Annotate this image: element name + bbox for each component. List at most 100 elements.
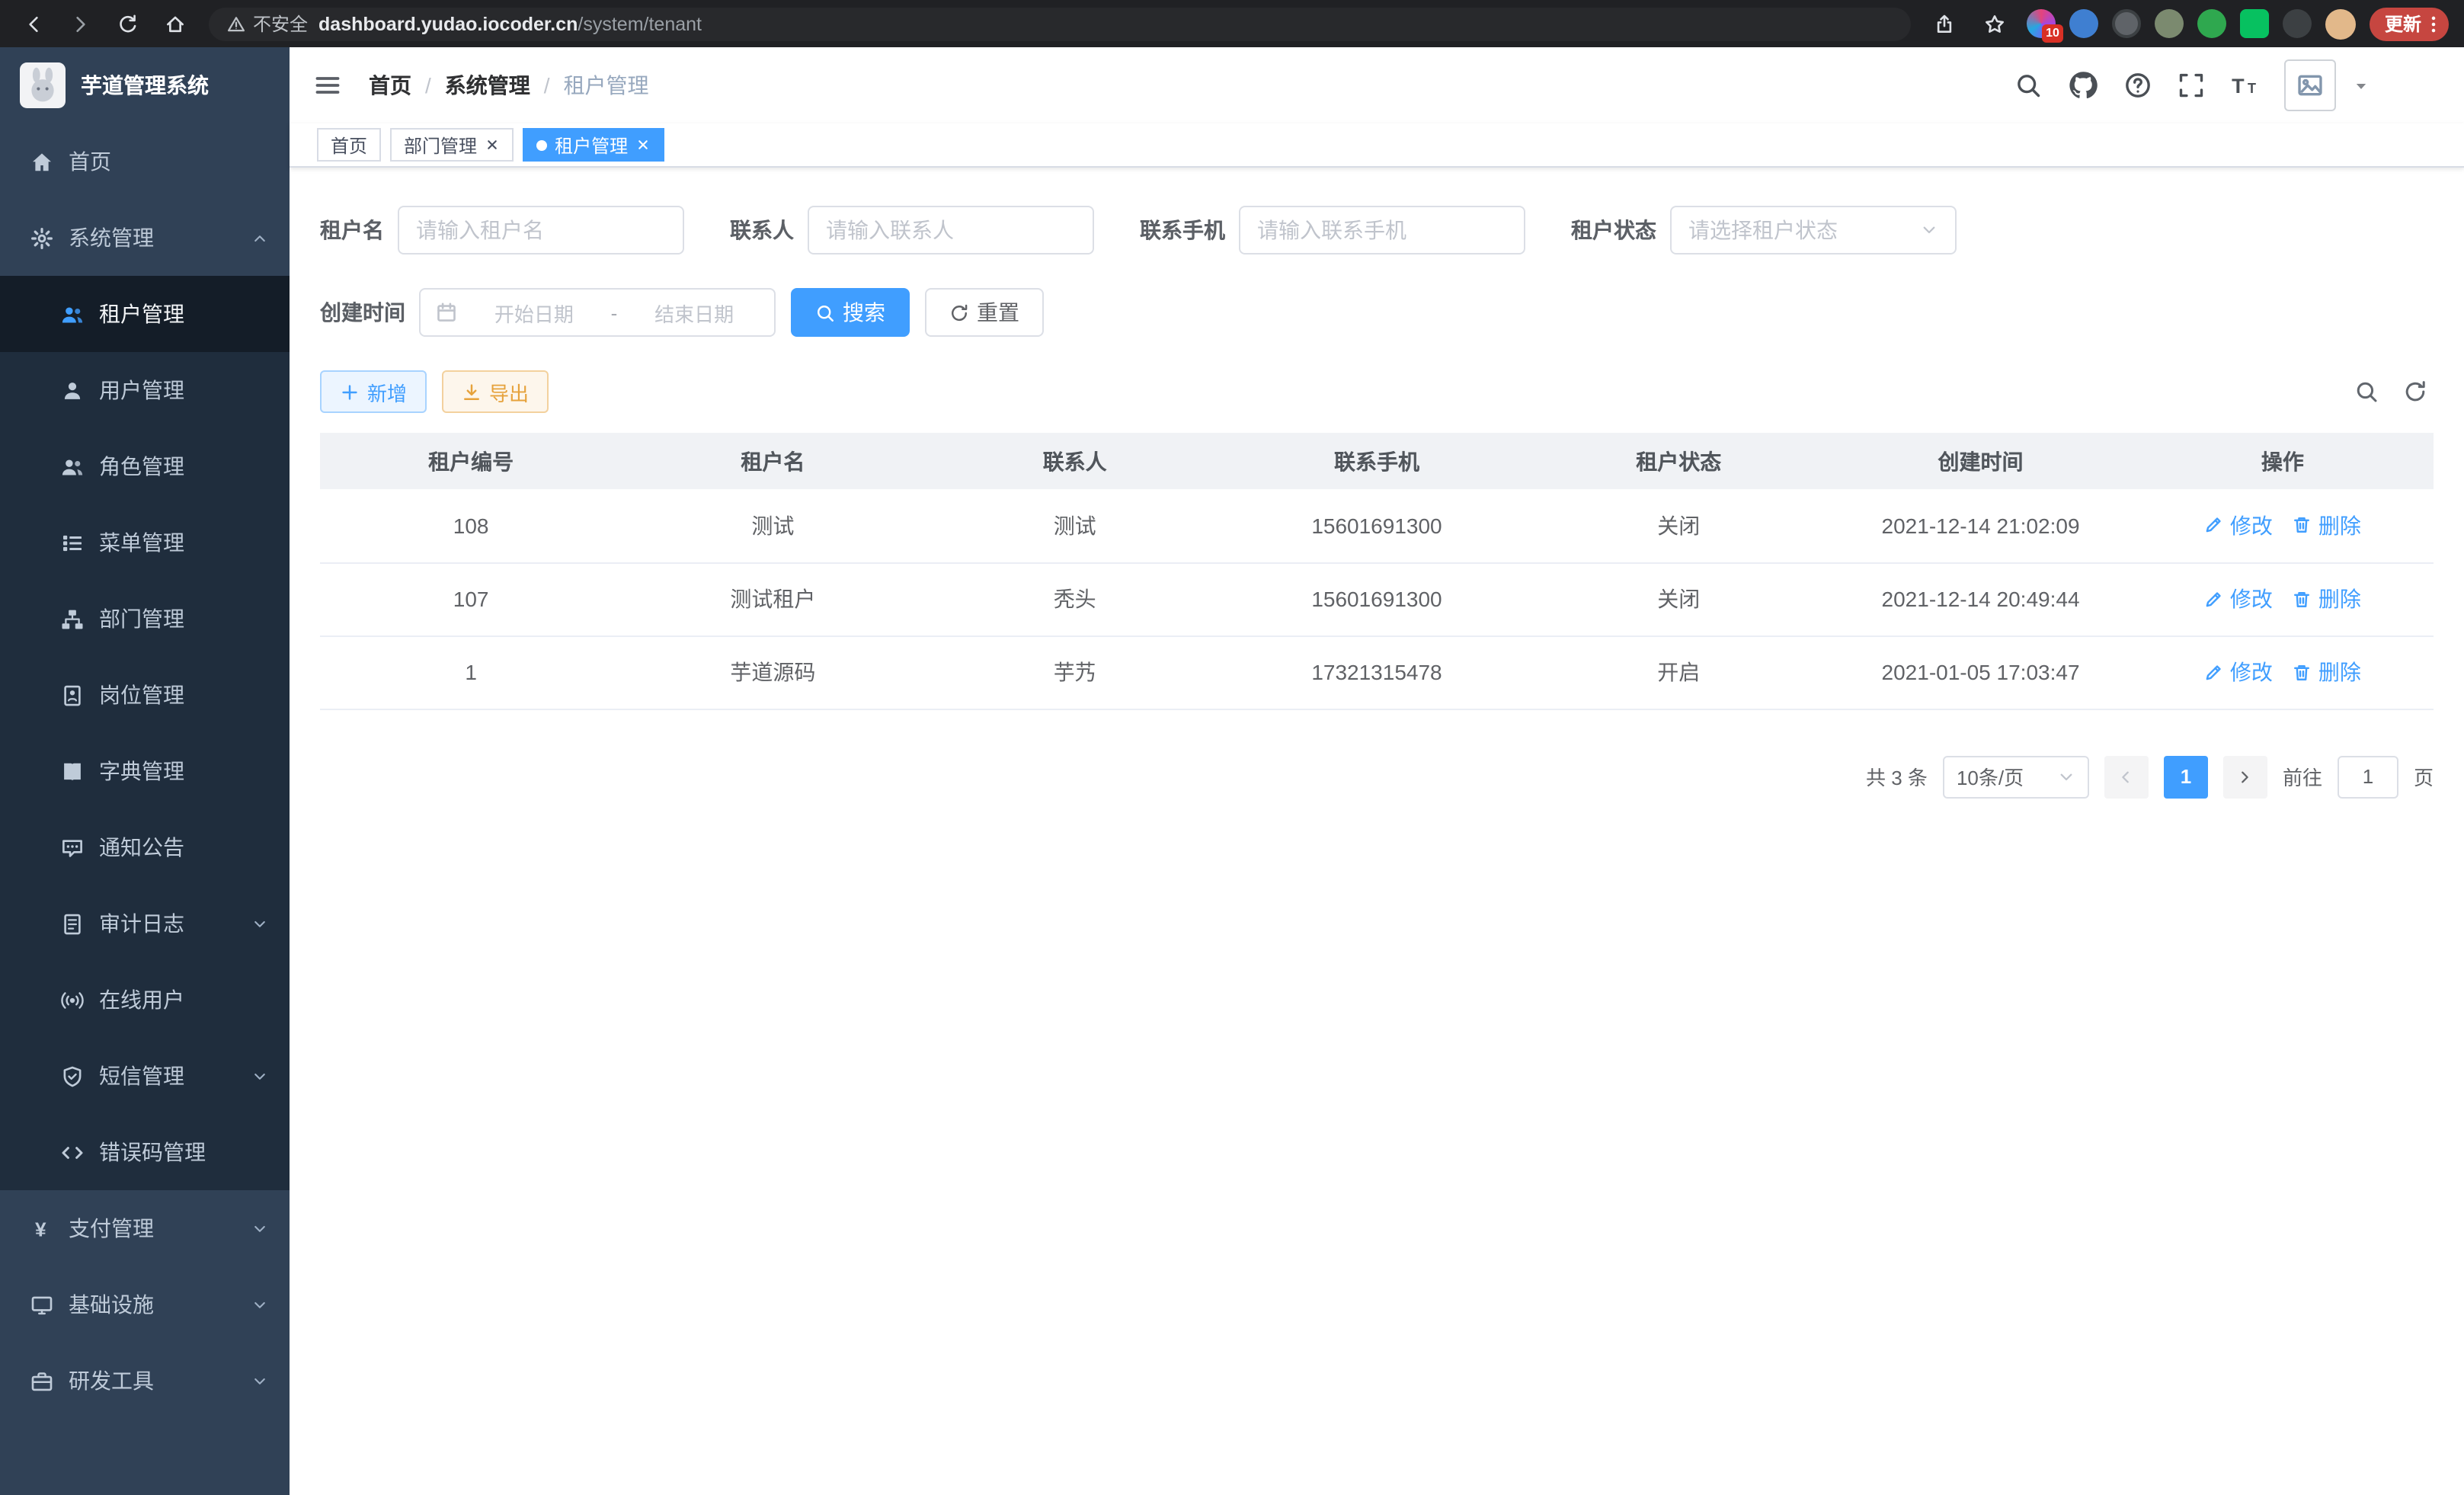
help-icon[interactable] [2124, 72, 2152, 99]
extension-icon-3[interactable] [2112, 9, 2141, 38]
edit-button[interactable]: 修改 [2204, 511, 2273, 541]
col-mobile: 联系手机 [1226, 433, 1528, 489]
sidebar-item-system[interactable]: 系统管理 [0, 200, 290, 276]
svg-text:¥: ¥ [35, 1217, 46, 1240]
bookmark-star-icon[interactable] [1976, 5, 2013, 42]
add-button-label: 新增 [367, 377, 407, 406]
next-page-button[interactable] [2223, 755, 2267, 798]
trash-icon [2293, 589, 2312, 609]
breadcrumb-separator: / [425, 73, 431, 98]
reset-button-label: 重置 [977, 297, 1019, 328]
page-1-button[interactable]: 1 [2164, 755, 2208, 798]
table-row: 1 芋道源码 芋艿 17321315478 开启 2021-01-05 17:0… [320, 635, 2434, 709]
menu-list-icon [61, 531, 84, 554]
mobile-input[interactable] [1239, 206, 1525, 255]
delete-button[interactable]: 删除 [2293, 657, 2361, 687]
close-icon[interactable] [485, 137, 500, 152]
collapse-menu-icon[interactable] [314, 72, 341, 99]
edit-button[interactable]: 修改 [2204, 657, 2273, 687]
edit-label: 修改 [2230, 511, 2273, 541]
reload-icon[interactable] [110, 5, 146, 42]
refresh-table-icon[interactable] [2403, 379, 2427, 404]
font-size-icon[interactable]: TT [2231, 72, 2258, 99]
back-icon[interactable] [15, 5, 52, 42]
extension-icon-7[interactable] [2283, 9, 2312, 38]
browser-home-icon[interactable] [157, 5, 194, 42]
search-button[interactable]: 搜索 [791, 288, 910, 337]
delete-button[interactable]: 删除 [2293, 584, 2361, 614]
home-icon [30, 150, 53, 173]
sidebar-item-infra[interactable]: 基础设施 [0, 1266, 290, 1343]
breadcrumb: 首页 / 系统管理 / 租户管理 [369, 70, 649, 101]
breadcrumb-separator: / [544, 73, 550, 98]
page-number: 1 [2181, 765, 2191, 788]
breadcrumb-home[interactable]: 首页 [369, 70, 411, 101]
export-button-label: 导出 [489, 377, 529, 406]
address-bar[interactable]: 不安全 dashboard.yudao.iocoder.cn/system/te… [209, 7, 1911, 40]
sidebar-item-tenant[interactable]: 租户管理 [0, 276, 290, 352]
reset-button[interactable]: 重置 [925, 288, 1044, 337]
extension-icon-6[interactable] [2240, 9, 2269, 38]
cell-mobile: 17321315478 [1226, 635, 1528, 709]
extension-icon-4[interactable] [2155, 9, 2184, 38]
sidebar-item-menu[interactable]: 菜单管理 [0, 504, 290, 581]
sidebar-logo[interactable]: 芋道管理系统 [0, 47, 290, 123]
sidebar-item-notice[interactable]: 通知公告 [0, 809, 290, 885]
extension-icon-2[interactable] [2069, 9, 2098, 38]
tag-tenant[interactable]: 租户管理 [523, 128, 664, 162]
extension-icon-1[interactable]: 10 [2027, 9, 2056, 38]
toggle-search-icon[interactable] [2354, 379, 2379, 404]
col-actions: 操作 [2132, 433, 2434, 489]
export-button[interactable]: 导出 [442, 370, 549, 413]
filter-status: 租户状态 请选择租户状态 [1571, 206, 1957, 255]
browser-menu-icon[interactable] [2423, 13, 2444, 34]
avatar-caret-icon[interactable] [2353, 77, 2370, 94]
contact-input[interactable] [808, 206, 1094, 255]
warning-icon [227, 14, 245, 33]
tag-label: 首页 [331, 132, 367, 158]
sidebar-item-payment[interactable]: ¥ 支付管理 [0, 1190, 290, 1266]
github-icon[interactable] [2068, 70, 2098, 101]
tenant-name-input[interactable] [398, 206, 684, 255]
breadcrumb-system[interactable]: 系统管理 [445, 70, 530, 101]
close-icon[interactable] [635, 137, 651, 152]
date-range-picker[interactable]: 开始日期 - 结束日期 [419, 288, 776, 337]
security-chip[interactable]: 不安全 [227, 11, 308, 37]
sidebar-item-dict[interactable]: 字典管理 [0, 733, 290, 809]
sidebar-item-label: 短信管理 [99, 1061, 184, 1091]
edit-button[interactable]: 修改 [2204, 584, 2273, 614]
share-icon[interactable] [1926, 5, 1963, 42]
goto-page-input[interactable] [2338, 755, 2398, 798]
sidebar-item-post[interactable]: 岗位管理 [0, 657, 290, 733]
sidebar-item-audit-log[interactable]: 审计日志 [0, 885, 290, 962]
browser-update-button[interactable]: 更新 [2370, 7, 2449, 40]
user-avatar[interactable] [2284, 59, 2336, 111]
download-icon [462, 382, 482, 402]
calendar-icon [436, 302, 457, 323]
tag-home[interactable]: 首页 [317, 128, 381, 162]
page-size-select[interactable]: 10条/页 [1943, 755, 2089, 798]
sidebar-item-home[interactable]: 首页 [0, 123, 290, 200]
add-button[interactable]: 新增 [320, 370, 427, 413]
sidebar-item-online-users[interactable]: 在线用户 [0, 962, 290, 1038]
browser-profile-avatar[interactable] [2325, 8, 2356, 39]
extension-icon-5[interactable] [2197, 9, 2226, 38]
sidebar-item-role[interactable]: 角色管理 [0, 428, 290, 504]
table-header-row: 租户编号 租户名 联系人 联系手机 租户状态 创建时间 操作 [320, 433, 2434, 489]
prev-page-button[interactable] [2104, 755, 2149, 798]
sidebar-item-dev-tools[interactable]: 研发工具 [0, 1343, 290, 1419]
sidebar-item-user[interactable]: 用户管理 [0, 352, 290, 428]
status-select[interactable]: 请选择租户状态 [1670, 206, 1957, 255]
tag-dept[interactable]: 部门管理 [390, 128, 514, 162]
delete-button[interactable]: 删除 [2293, 511, 2361, 541]
sidebar-menu: 首页 系统管理 租户管理 用户管理 角色管理 [0, 123, 290, 1495]
sidebar-item-error-code[interactable]: 错误码管理 [0, 1114, 290, 1190]
forward-icon[interactable] [62, 5, 99, 42]
fullscreen-icon[interactable] [2178, 72, 2205, 99]
page-size-value: 10条/页 [1957, 762, 2024, 791]
sidebar-item-dept[interactable]: 部门管理 [0, 581, 290, 657]
sidebar-item-sms[interactable]: 短信管理 [0, 1038, 290, 1114]
online-broadcast-icon [61, 988, 84, 1011]
header-search-icon[interactable] [2014, 72, 2042, 99]
chevron-down-icon [251, 1372, 268, 1389]
